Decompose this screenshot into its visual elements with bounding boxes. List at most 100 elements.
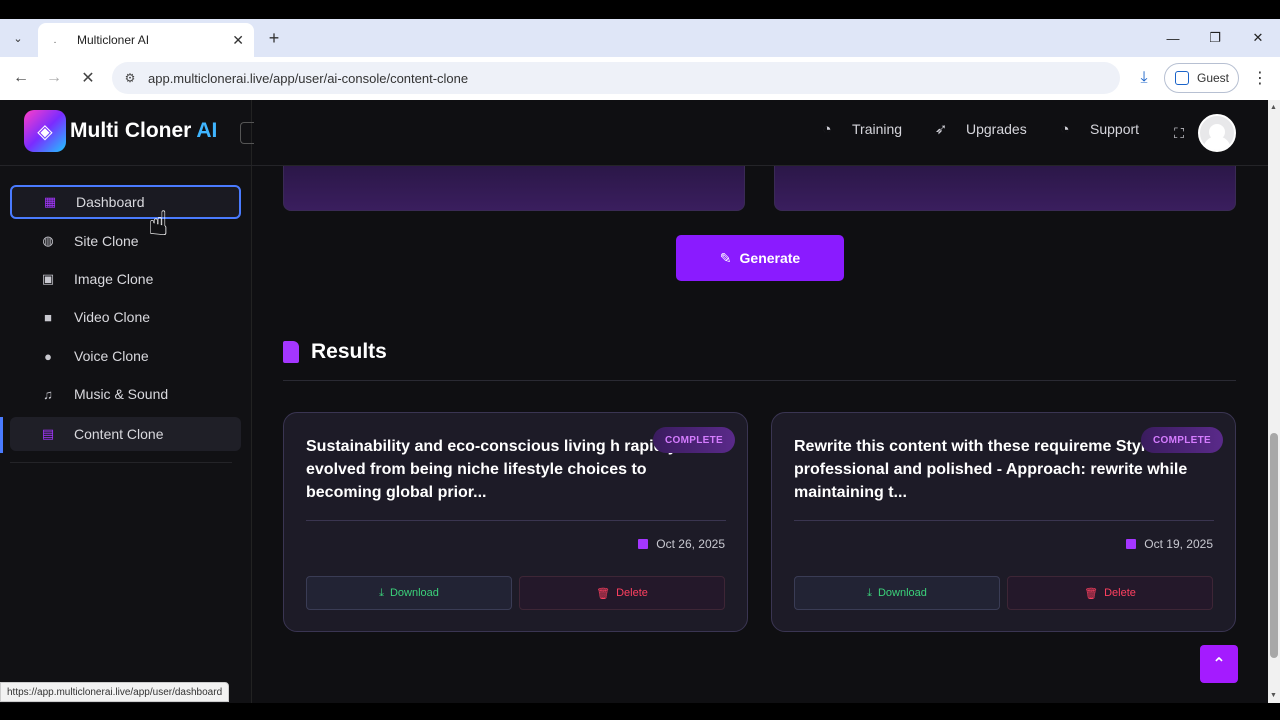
- minimize-icon[interactable]: —: [1162, 27, 1184, 49]
- download-icon: ⤓: [867, 586, 872, 599]
- brand[interactable]: ◈ Multi Cloner AI: [24, 110, 217, 152]
- input-box-right[interactable]: [774, 166, 1236, 211]
- new-tab-button[interactable]: +: [263, 27, 285, 49]
- download-button[interactable]: ⤓ Download: [306, 576, 512, 610]
- browser-menu-icon[interactable]: ⋮: [1250, 67, 1270, 89]
- browser-tab[interactable]: . Multicloner AI ✕: [38, 23, 254, 57]
- restore-icon[interactable]: ❐: [1204, 27, 1226, 49]
- link-status-bar: https://app.multiclonerai.live/app/user/…: [0, 682, 230, 702]
- hand-cursor-icon: ☝: [148, 205, 169, 243]
- url-text: app.multiclonerai.live/app/user/ai-conso…: [148, 70, 469, 86]
- download-icon: ⤓: [379, 586, 384, 599]
- sidebar-item-label: Site Clone: [74, 233, 139, 249]
- main-content: ✎ Generate Results Sustainability and ec…: [252, 166, 1268, 703]
- trash-icon: 🗑: [596, 587, 611, 600]
- profile-label: Guest: [1197, 71, 1230, 85]
- nav-support-label: Support: [1090, 121, 1140, 137]
- avatar[interactable]: [1198, 114, 1236, 152]
- loading-icon: .: [53, 34, 57, 46]
- globe-icon: ◍: [42, 233, 54, 248]
- sidebar-item-label: Dashboard: [76, 194, 145, 210]
- date-text: Oct 26, 2025: [656, 537, 725, 551]
- back-icon[interactable]: ←: [10, 67, 32, 89]
- sidebar-item-voice-clone[interactable]: ● Voice Clone: [10, 339, 241, 373]
- site-settings-icon[interactable]: ⚙: [122, 70, 138, 86]
- close-tab-icon[interactable]: ✕: [232, 32, 244, 49]
- close-window-icon[interactable]: ✕: [1247, 27, 1269, 49]
- sidebar-item-dashboard[interactable]: ▦ Dashboard: [10, 185, 241, 219]
- scrollbar-thumb[interactable]: [1270, 433, 1278, 658]
- active-indicator: [0, 417, 3, 453]
- trash-icon: 🗑: [1084, 587, 1099, 600]
- result-card: Sustainability and eco-conscious living …: [283, 412, 748, 632]
- date-text: Oct 19, 2025: [1144, 537, 1213, 551]
- os-bottom-strip: [0, 703, 1280, 720]
- download-button[interactable]: ⤓ Download: [794, 576, 1000, 610]
- sidebar-item-video-clone[interactable]: ■ Video Clone: [10, 300, 241, 334]
- sidebar-item-image-clone[interactable]: ▣ Image Clone: [10, 262, 241, 296]
- scroll-down-icon[interactable]: ▼: [1270, 692, 1277, 699]
- divider: [306, 520, 726, 521]
- status-badge: COMPLETE: [1141, 427, 1223, 453]
- address-bar: ← → ✕ ⚙ app.multiclonerai.live/app/user/…: [0, 57, 1280, 100]
- result-date: Oct 19, 2025: [1126, 537, 1213, 551]
- forward-icon[interactable]: →: [43, 67, 65, 89]
- nav-upgrades[interactable]: ➶ Upgrades: [932, 120, 1027, 138]
- sidebar-item-label: Video Clone: [74, 309, 151, 325]
- delete-label: Delete: [1104, 587, 1136, 599]
- url-field[interactable]: ⚙ app.multiclonerai.live/app/user/ai-con…: [112, 62, 1120, 94]
- profile-button[interactable]: Guest: [1164, 63, 1239, 93]
- chevron-up-icon: ⌃: [1212, 656, 1226, 673]
- sidebar-item-label: Image Clone: [74, 271, 154, 287]
- tab-search-icon[interactable]: ⌄: [7, 27, 29, 49]
- sidebar-item-content-clone[interactable]: ▤ Content Clone: [10, 417, 241, 451]
- brand-name: Multi Cloner AI: [70, 119, 218, 142]
- document-icon: ▤: [41, 426, 55, 441]
- status-badge: COMPLETE: [653, 427, 735, 453]
- brand-logo-icon: ◈: [24, 110, 66, 152]
- input-box-left[interactable]: [283, 166, 745, 211]
- calendar-icon: [638, 539, 649, 549]
- results-title: Results: [311, 340, 387, 363]
- document-icon: [283, 341, 299, 363]
- top-nav: ◔ Training ➶ Upgrades ◔ Support ⛶: [252, 100, 1268, 166]
- sidebar-item-label: Voice Clone: [74, 348, 149, 364]
- sidebar: ◈ Multi Cloner AI ▦ Dashboard ◍ Site Clo…: [0, 100, 254, 703]
- nav-training[interactable]: ◔ Training: [818, 120, 902, 138]
- download-label: Download: [389, 587, 439, 599]
- divider: [10, 462, 232, 463]
- profile-icon: [1175, 71, 1189, 85]
- sidebar-item-site-clone[interactable]: ◍ Site Clone: [10, 224, 241, 258]
- scroll-up-icon[interactable]: ▲: [1270, 104, 1277, 111]
- video-icon: ■: [44, 309, 52, 325]
- delete-button[interactable]: 🗑 Delete: [1007, 576, 1213, 610]
- results-header: Results: [283, 340, 387, 364]
- microphone-icon: ●: [44, 348, 52, 364]
- sidebar-item-music-sound[interactable]: ♫ Music & Sound: [10, 377, 241, 411]
- generate-button[interactable]: ✎ Generate: [676, 235, 844, 281]
- fullscreen-icon[interactable]: ⛶: [1170, 124, 1188, 142]
- rocket-icon: ➶: [934, 121, 948, 138]
- app-root: ◈ Multi Cloner AI ▦ Dashboard ◍ Site Clo…: [0, 100, 1268, 703]
- image-icon: ▣: [41, 271, 55, 286]
- nav-support[interactable]: ◔ Support: [1056, 120, 1139, 138]
- download-icon[interactable]: ⤓: [1134, 68, 1154, 88]
- os-top-strip: [0, 0, 1280, 19]
- sidebar-item-label: Content Clone: [74, 426, 164, 442]
- tab-title: Multicloner AI: [77, 33, 150, 47]
- calendar-icon: [1126, 539, 1137, 549]
- page-scrollbar[interactable]: ▲ ▼: [1268, 100, 1280, 703]
- headset-icon: ◔: [1060, 120, 1070, 138]
- scroll-to-top-button[interactable]: ⌃: [1200, 645, 1238, 683]
- result-card: Rewrite this content with these requirem…: [771, 412, 1236, 632]
- result-date: Oct 26, 2025: [638, 537, 725, 551]
- stop-loading-icon[interactable]: ✕: [77, 67, 99, 89]
- avatar-head: [1209, 124, 1225, 140]
- nav-training-label: Training: [852, 121, 903, 137]
- delete-button[interactable]: 🗑 Delete: [519, 576, 725, 610]
- nav-upgrades-label: Upgrades: [966, 121, 1027, 137]
- delete-label: Delete: [616, 587, 648, 599]
- divider: [794, 520, 1214, 521]
- generate-label: Generate: [739, 250, 801, 266]
- divider: [0, 165, 252, 166]
